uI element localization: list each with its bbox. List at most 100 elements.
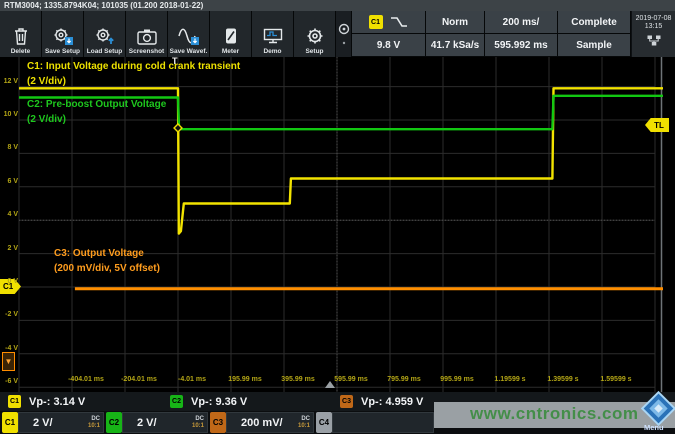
c2-badge: C2 (106, 412, 122, 433)
button-label: Save Wavef. (170, 48, 208, 55)
button-label: Meter (222, 48, 239, 55)
button-label: Save Setup (45, 48, 80, 55)
rs-logo (640, 390, 675, 427)
x-axis-label: 595.99 ms (326, 376, 376, 383)
c4-badge: C4 (316, 412, 332, 433)
gear-save-icon (51, 26, 75, 46)
c2-badge: C2 (170, 395, 183, 408)
button-label: Setup (305, 48, 323, 55)
c1-badge: C1 (2, 412, 18, 433)
delete-button[interactable]: Delete (0, 11, 42, 57)
trigger-time-marker[interactable]: T (172, 56, 178, 66)
c1-coupling: DC (91, 416, 100, 423)
trigger-source-badge: C1 (369, 15, 383, 29)
c1-probe: 10:1 (88, 423, 100, 430)
x-axis-label: 1.39599 s (538, 376, 588, 383)
timebase-cell[interactable]: 200 ms/ (485, 11, 557, 33)
x-axis-label: 1.19599 s (485, 376, 535, 383)
channel-c4-tile[interactable]: C4 (316, 412, 434, 433)
measurement-value: Vp-: 3.14 V (29, 396, 85, 408)
meter-icon (221, 26, 241, 46)
sample-rate-cell[interactable]: 41.7 kSa/s (426, 34, 484, 56)
c3-badge: C3 (340, 395, 353, 408)
y-axis-label: -4 V (0, 345, 18, 352)
c3-offset-marker[interactable]: ▼ (2, 352, 15, 371)
c2-annotation: C2: Pre-boost Output Voltage(2 V/div) (27, 97, 166, 127)
camera-icon (135, 26, 159, 46)
c1-badge: C1 (8, 395, 21, 408)
oscilloscope-screen: RTM3004; 1335.8794K04; 101035 (01.200 20… (0, 0, 675, 434)
measurement-c1[interactable]: C1 Vp-: 3.14 V (8, 395, 85, 408)
save-waveform-button[interactable]: Save Wavef. (168, 11, 210, 57)
x-axis-label: 795.99 ms (379, 376, 429, 383)
x-axis-label: 395.99 ms (273, 376, 323, 383)
screenshot-button[interactable]: Screenshot (126, 11, 168, 57)
c2-probe: 10:1 (192, 423, 204, 430)
channel-c2-tile[interactable]: C2 2 V/ DC10:1 (106, 412, 208, 433)
window-title: RTM3004; 1335.8794K04; 101035 (01.200 20… (0, 0, 675, 11)
trigger-level-cell[interactable]: 9.8 V (352, 34, 425, 56)
button-label: Delete (11, 48, 31, 55)
y-axis-label: 4 V (0, 211, 18, 218)
button-label: Load Setup (87, 48, 122, 55)
c1-annotation: C1: Input Voltage during cold crank tran… (27, 59, 240, 89)
demo-icon (261, 26, 285, 46)
trigger-source-cell[interactable]: C1 (352, 11, 425, 33)
gear-icon (304, 26, 326, 46)
y-axis-label: 10 V (0, 111, 18, 118)
c3-probe: 10:1 (298, 423, 310, 430)
y-axis-label: 6 V (0, 178, 18, 185)
gear-load-icon (93, 26, 117, 46)
x-axis-label: 1.59599 s (591, 376, 641, 383)
button-label: Screenshot (129, 48, 164, 55)
c1-scale: 2 V/ (33, 417, 53, 429)
measurement-value: Vp-: 9.36 V (191, 396, 247, 408)
c2-coupling: DC (195, 416, 204, 423)
y-axis-label: 0 V (0, 278, 18, 285)
demo-button[interactable]: Demo (252, 11, 294, 57)
setup-button[interactable]: Setup (294, 11, 336, 57)
y-axis-label: -2 V (0, 311, 18, 318)
x-axis-label: -4.01 ms (167, 376, 217, 383)
button-label: Demo (263, 48, 281, 55)
c3-badge: C3 (210, 412, 226, 433)
menu-button[interactable]: Menu (644, 423, 664, 432)
y-axis-label: 2 V (0, 245, 18, 252)
channel-c1-tile[interactable]: C1 2 V/ DC10:1 (2, 412, 104, 433)
date-label: 2019-07-08 (632, 15, 675, 23)
x-axis-label: -404.01 ms (61, 376, 111, 383)
falling-edge-icon (389, 15, 409, 29)
c2-scale: 2 V/ (137, 417, 157, 429)
channel-c3-tile[interactable]: C3 200 mV/ DC10:1 (210, 412, 314, 433)
c3-annotation: C3: Output Voltage(200 mV/div, 5V offset… (54, 246, 160, 276)
time-label: 13:15 (632, 23, 675, 31)
trigger-point-diamond (174, 124, 182, 132)
load-setup-button[interactable]: Load Setup (84, 11, 126, 57)
measurement-c2[interactable]: C2 Vp-: 9.36 V (170, 395, 247, 408)
knob-icon (337, 19, 351, 49)
x-axis-label: 195.99 ms (220, 376, 270, 383)
x-axis-label: -204.01 ms (114, 376, 164, 383)
waveform-display: C1: Input Voltage during cold crank tran… (0, 57, 675, 392)
y-axis-label: -6 V (0, 378, 18, 385)
acquisition-status-cell[interactable]: Complete (558, 11, 630, 33)
measurement-value: Vp-: 4.959 V (361, 396, 423, 408)
y-axis-label: 12 V (0, 78, 18, 85)
trash-icon (10, 26, 32, 46)
y-axis-label: 8 V (0, 144, 18, 151)
horizontal-position-cell[interactable]: 595.992 ms (485, 34, 557, 56)
trigger-mode-cell[interactable]: Norm (426, 11, 484, 33)
network-icon (647, 35, 661, 46)
c3-coupling: DC (301, 416, 310, 423)
x-axis-label: 995.99 ms (432, 376, 482, 383)
save-setup-button[interactable]: Save Setup (42, 11, 84, 57)
meter-button[interactable]: Meter (210, 11, 252, 57)
measurement-c3[interactable]: C3 Vp-: 4.959 V (340, 395, 423, 408)
watermark-text: www.cntronics.com (470, 404, 638, 424)
trigger-acquisition-bar: C1 Norm 200 ms/ Complete 9.8 V 41.7 kSa/… (352, 11, 631, 57)
nav-knob[interactable] (336, 11, 352, 57)
save-waveform-icon (177, 26, 201, 46)
datetime-box: 2019-07-08 13:15 (632, 11, 675, 57)
acquisition-mode-cell[interactable]: Sample (558, 34, 630, 56)
c3-scale: 200 mV/ (241, 417, 283, 429)
